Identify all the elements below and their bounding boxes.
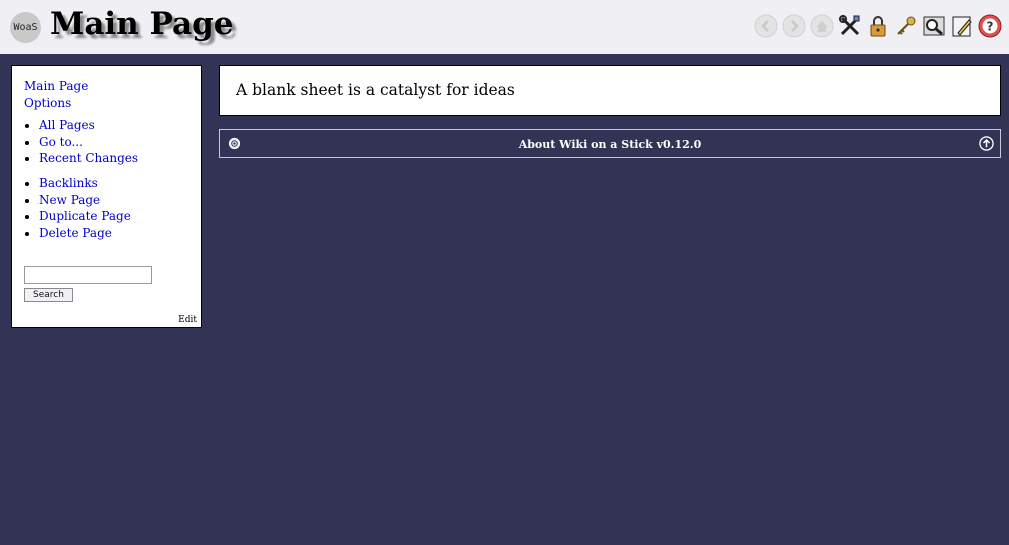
sidebar-link-duplicate-page[interactable]: Duplicate Page [39,208,131,225]
svg-text:?: ? [987,20,994,34]
list-item: Recent Changes [39,150,138,167]
sidebar-link-new-page[interactable]: New Page [39,192,131,209]
lock-icon[interactable] [866,14,890,38]
key-icon[interactable] [894,14,918,38]
list-item: Duplicate Page [39,208,131,225]
home-icon[interactable] [810,14,834,38]
list-item: Delete Page [39,225,131,242]
collapse-up-icon[interactable] [979,136,994,151]
help-icon[interactable]: ? [978,14,1002,38]
about-panel-header[interactable]: About Wiki on a Stick v0.12.0 [219,129,1001,158]
list-item: Go to... [39,134,138,151]
forward-icon[interactable] [782,14,806,38]
list-item: Backlinks [39,175,131,192]
sidebar-link-recent-changes[interactable]: Recent Changes [39,150,138,167]
list-item: All Pages [39,117,138,134]
search-icon[interactable] [922,14,946,38]
tools-icon[interactable] [838,14,862,38]
edit-icon[interactable] [950,14,974,38]
page-title: Main Page [50,6,234,42]
page-content-text: A blank sheet is a catalyst for ideas [236,81,515,99]
back-icon[interactable] [754,14,778,38]
search-input[interactable] [24,266,152,284]
sidebar-link-all-pages[interactable]: All Pages [39,117,138,134]
sidebar-list-navigation: All Pages Go to... Recent Changes [24,117,138,167]
sidebar-link-delete-page[interactable]: Delete Page [39,225,131,242]
edit-sidebar-link[interactable]: Edit [178,315,197,325]
sidebar-link-go-to[interactable]: Go to... [39,134,138,151]
sidebar-link-backlinks[interactable]: Backlinks [39,175,131,192]
list-item: New Page [39,192,131,209]
toolbar: ? [754,14,1002,38]
sidebar-link-options[interactable]: Options [24,95,88,112]
woas-logo[interactable]: WoaS [10,12,41,43]
header-bar: WoaS Main Page ? [0,0,1009,54]
sidebar-top-links: Main Page Options [24,78,88,111]
sidebar: Main Page Options All Pages Go to... Rec… [11,65,202,328]
sidebar-list-page-actions: Backlinks New Page Duplicate Page Delete… [24,175,131,241]
sidebar-link-main-page[interactable]: Main Page [24,78,88,95]
about-title: About Wiki on a Stick v0.12.0 [518,138,702,151]
page-content: A blank sheet is a catalyst for ideas [219,65,1001,116]
search-button[interactable]: Search [24,288,73,302]
